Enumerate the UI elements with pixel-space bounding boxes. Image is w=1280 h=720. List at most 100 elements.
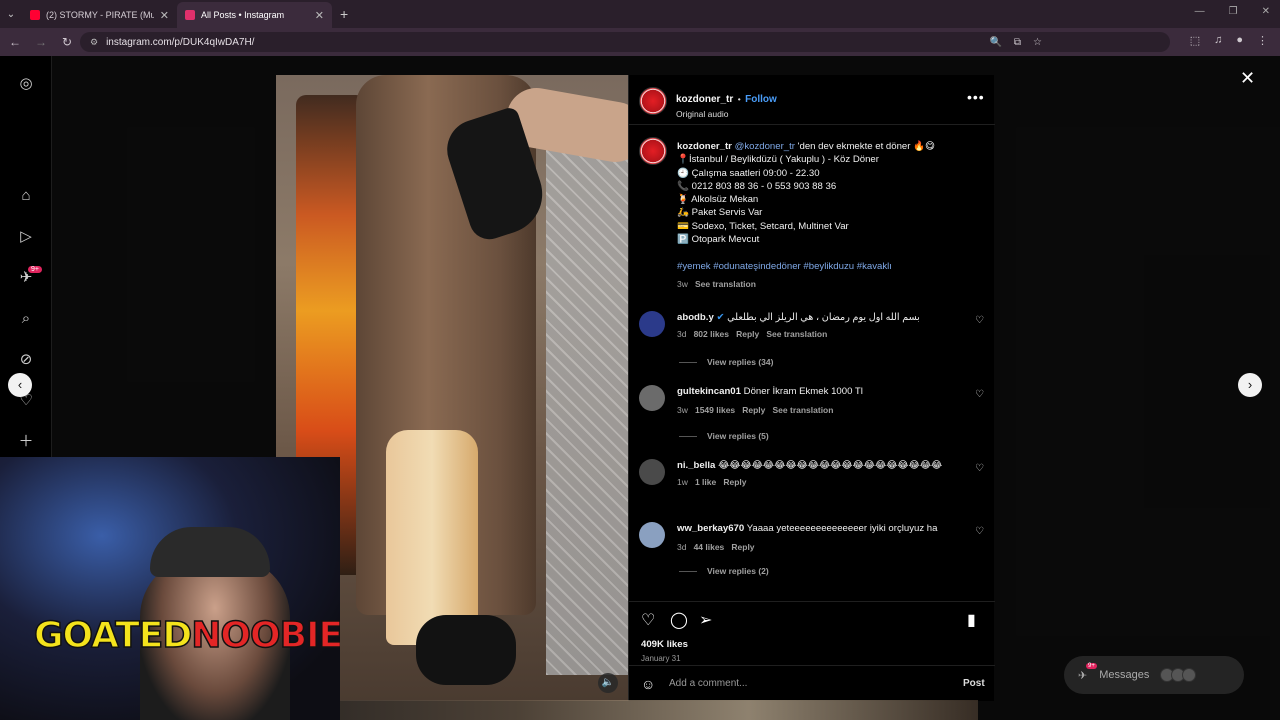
bookmark-star-icon[interactable]: ☆ xyxy=(1033,37,1042,48)
reply-button[interactable]: Reply xyxy=(723,477,746,487)
media-control-icon[interactable]: ♫ xyxy=(1214,34,1222,47)
commenter-avatar[interactable] xyxy=(639,459,665,485)
caption-username[interactable]: kozdoner_tr xyxy=(677,141,732,152)
add-comment-bar: ☺ Add a comment... Post xyxy=(629,665,995,701)
browser-toolbar: ⬚ ♫ ● ⋮ xyxy=(1190,34,1268,47)
back-icon[interactable]: ← xyxy=(4,35,26,49)
author-avatar[interactable] xyxy=(639,87,667,115)
new-tab-button[interactable]: + xyxy=(340,6,348,22)
logo-part-2: NOOBIE xyxy=(191,614,340,657)
extensions-icon[interactable]: ⬚ xyxy=(1190,34,1200,47)
forward-icon[interactable]: → xyxy=(30,35,52,49)
view-replies-button[interactable]: View replies (2) xyxy=(679,566,769,576)
verified-icon: ✔ xyxy=(716,312,725,323)
reels-icon[interactable]: ▷ xyxy=(16,227,36,247)
commenter-username[interactable]: gultekincan01 xyxy=(677,386,741,397)
comment-text: Döner İkram Ekmek 1000 Tl xyxy=(743,386,863,397)
see-translation-link[interactable]: See translation xyxy=(773,405,834,415)
comment-age: 3d xyxy=(677,542,687,552)
commenter-username[interactable]: ni._bella xyxy=(677,460,715,471)
tab-title: (2) STORMY - PIRATE (Music Vi xyxy=(46,10,154,20)
commenter-username[interactable]: ww_berkay670 xyxy=(677,523,744,534)
streamer-logo: GOATEDNOOBIE xyxy=(33,614,340,657)
comments-scroll[interactable]: kozdoner_tr @kozdoner_tr 'den dev ekmekt… xyxy=(629,125,995,601)
close-window-icon[interactable]: ✕ xyxy=(1262,6,1270,17)
menu-icon[interactable]: ⋮ xyxy=(1257,34,1268,47)
caption-hashtags[interactable]: #yemek #odunateşindedöner #beylikduzu #k… xyxy=(677,260,977,273)
restore-icon[interactable]: ❐ xyxy=(1229,6,1238,17)
comment-meta: 3w 1549 likes Reply See translation xyxy=(677,404,947,417)
address-bar-row: ← → ↻ ⚙ instagram.com/p/DUK4qIwDA7H/ 🔍 ⧉… xyxy=(0,28,1280,56)
view-replies-button[interactable]: View replies (5) xyxy=(679,431,769,441)
comment-likes[interactable]: 1549 likes xyxy=(695,405,735,415)
audio-label[interactable]: Original audio xyxy=(676,109,777,119)
comment-text: بسم الله اول يوم رمضان ، هي الريلز الي ب… xyxy=(727,312,920,323)
like-comment-heart-icon[interactable]: ♡ xyxy=(975,389,984,400)
emoji-icon[interactable]: ☺ xyxy=(641,676,655,692)
follow-button[interactable]: Follow xyxy=(745,94,777,105)
like-comment-heart-icon[interactable]: ♡ xyxy=(975,526,984,537)
like-comment-heart-icon[interactable]: ♡ xyxy=(975,315,984,326)
tab-search-icon[interactable]: ⌄ xyxy=(0,9,22,20)
tab-youtube[interactable]: (2) STORMY - PIRATE (Music Vi ✕ xyxy=(22,2,177,28)
create-icon[interactable]: ＋ xyxy=(16,432,36,452)
instagram-logo-icon[interactable]: ◎ xyxy=(16,74,36,94)
commenter-avatar[interactable] xyxy=(639,522,665,548)
messages-pill[interactable]: ✈ 9+ Messages xyxy=(1064,656,1244,694)
comment-meta: 1w 1 like Reply xyxy=(677,476,947,489)
likes-count[interactable]: 409K likes xyxy=(641,639,688,650)
comment-age: 3w xyxy=(677,405,688,415)
comment-likes[interactable]: 1 like xyxy=(695,477,716,487)
save-bookmark-icon[interactable]: ▮ xyxy=(967,610,976,630)
more-options-icon[interactable]: ••• xyxy=(967,89,985,105)
caption-line: 🕘 Çalışma saatleri 09:00 - 22.30 xyxy=(677,167,820,179)
close-modal-icon[interactable]: ✕ xyxy=(1240,68,1255,89)
streamer-cap xyxy=(150,527,270,577)
profile-icon[interactable]: ● xyxy=(1236,34,1243,47)
close-tab-icon[interactable]: ✕ xyxy=(160,9,169,22)
share-icon[interactable]: ➢ xyxy=(699,610,712,630)
tab-instagram[interactable]: All Posts • Instagram ✕ xyxy=(177,2,332,28)
reply-button[interactable]: Reply xyxy=(742,405,765,415)
comment-likes[interactable]: 802 likes xyxy=(694,329,729,339)
install-icon[interactable]: ⧉ xyxy=(1014,37,1021,48)
mute-icon[interactable]: 🔈 xyxy=(598,673,618,693)
caption-avatar[interactable] xyxy=(639,137,667,165)
notification-badge: 9+ xyxy=(28,266,42,273)
view-replies-label: View replies (5) xyxy=(707,431,769,441)
close-tab-icon[interactable]: ✕ xyxy=(315,9,324,22)
reply-button[interactable]: Reply xyxy=(736,329,759,339)
zoom-icon[interactable]: 🔍 xyxy=(989,37,1001,48)
view-replies-button[interactable]: View replies (34) xyxy=(679,357,773,367)
post-details-panel: kozdoner_tr • Follow Original audio ••• … xyxy=(628,75,995,701)
comment-icon[interactable]: ◯ xyxy=(670,610,688,630)
comment-likes[interactable]: 44 likes xyxy=(694,542,725,552)
reply-button[interactable]: Reply xyxy=(731,542,754,552)
reload-icon[interactable]: ↻ xyxy=(56,35,78,49)
next-post-arrow-icon[interactable]: › xyxy=(1238,373,1262,397)
prev-post-arrow-icon[interactable]: ‹ xyxy=(8,373,32,397)
site-info-icon[interactable]: ⚙ xyxy=(90,37,98,48)
comment-input[interactable]: Add a comment... xyxy=(669,678,747,689)
commenter-avatar[interactable] xyxy=(639,385,665,411)
home-icon[interactable]: ⌂ xyxy=(16,186,36,206)
explore-icon[interactable]: ⊘ xyxy=(16,350,36,370)
like-comment-heart-icon[interactable]: ♡ xyxy=(975,463,984,474)
comment-meta: 3d 802 likes Reply See translation xyxy=(677,328,947,341)
post-date: January 31 xyxy=(641,654,681,663)
url-field[interactable]: ⚙ instagram.com/p/DUK4qIwDA7H/ 🔍 ⧉ ☆ xyxy=(80,32,1170,52)
see-translation-link[interactable]: See translation xyxy=(695,279,756,289)
commenter-username[interactable]: abodb.y xyxy=(677,312,714,323)
post-comment-button[interactable]: Post xyxy=(963,678,985,689)
search-icon[interactable]: ⌕ xyxy=(16,309,36,329)
caption-line: 🛵 Paket Servis Var xyxy=(677,207,763,219)
window-controls: — ❐ ✕ xyxy=(1195,6,1270,17)
caption-mention[interactable]: @kozdoner_tr xyxy=(735,141,795,152)
author-username[interactable]: kozdoner_tr xyxy=(676,94,733,105)
like-heart-icon[interactable]: ♡ xyxy=(641,610,655,630)
see-translation-link[interactable]: See translation xyxy=(766,329,827,339)
view-replies-label: View replies (2) xyxy=(707,566,769,576)
commenter-avatar[interactable] xyxy=(639,311,665,337)
video-frame-wall xyxy=(546,135,628,675)
minimize-icon[interactable]: — xyxy=(1195,6,1205,17)
